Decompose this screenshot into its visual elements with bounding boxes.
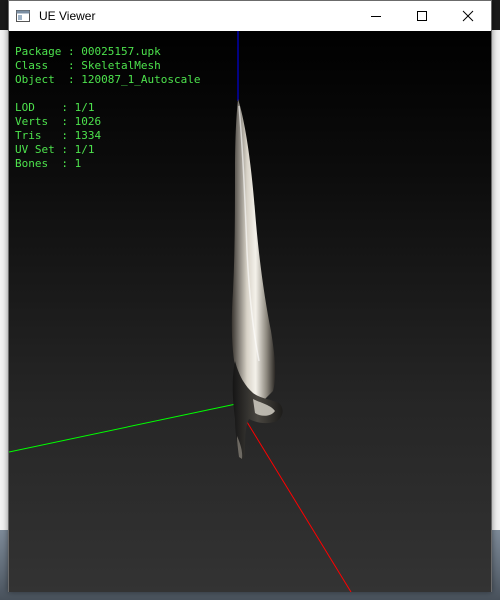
info-row-object: Object : 120087_1_Autoscale xyxy=(15,73,201,86)
axis-y-line xyxy=(9,403,237,453)
info-value: 1 xyxy=(74,157,82,170)
3d-viewport[interactable]: Package : 00025157.upk Class : SkeletalM… xyxy=(9,31,491,592)
mesh-blade xyxy=(231,99,276,403)
info-value: 1334 xyxy=(74,129,102,142)
app-icon xyxy=(15,8,31,24)
info-label: Class xyxy=(15,59,49,72)
info-value: 1026 xyxy=(74,115,102,128)
info-row-tris: Tris : 1334 xyxy=(15,129,102,142)
info-label: Package xyxy=(15,45,62,58)
info-label: LOD xyxy=(15,101,35,114)
info-row-bones: Bones : 1 xyxy=(15,157,82,170)
info-label: Tris xyxy=(15,129,42,142)
info-value: SkeletalMesh xyxy=(81,59,161,72)
window-title: UE Viewer xyxy=(39,9,96,23)
axis-x-line xyxy=(235,403,352,592)
maximize-icon xyxy=(417,11,427,21)
info-value: 120087_1_Autoscale xyxy=(81,73,201,86)
info-row-uvset: UV Set : 1/1 xyxy=(15,143,95,156)
info-row-package: Package : 00025157.upk xyxy=(15,45,161,58)
info-label: Object xyxy=(15,73,55,86)
title-bar[interactable]: UE Viewer xyxy=(9,1,491,31)
maximize-button[interactable] xyxy=(399,1,445,31)
background-window-right xyxy=(492,30,500,600)
info-value: 1/1 xyxy=(74,143,95,156)
info-row-verts: Verts : 1026 xyxy=(15,115,102,128)
ue-viewer-window: UE Viewer Package: 00025157.upk Class:… xyxy=(8,0,492,592)
close-button[interactable] xyxy=(445,1,491,31)
info-label: UV Set xyxy=(15,143,55,156)
close-icon xyxy=(462,10,474,22)
mesh-info-overlay: Package : 00025157.upk Class : SkeletalM… xyxy=(15,45,200,171)
info-label: Verts xyxy=(15,115,49,128)
background-window-left xyxy=(0,30,8,600)
info-value: 1/1 xyxy=(74,101,95,114)
info-row-class: Class : SkeletalMesh xyxy=(15,59,161,72)
info-row-lod: LOD : 1/1 xyxy=(15,101,95,114)
minimize-button[interactable] xyxy=(353,1,399,31)
info-label: Bones xyxy=(15,157,49,170)
info-value: 00025157.upk xyxy=(81,45,161,58)
minimize-icon xyxy=(371,16,381,17)
